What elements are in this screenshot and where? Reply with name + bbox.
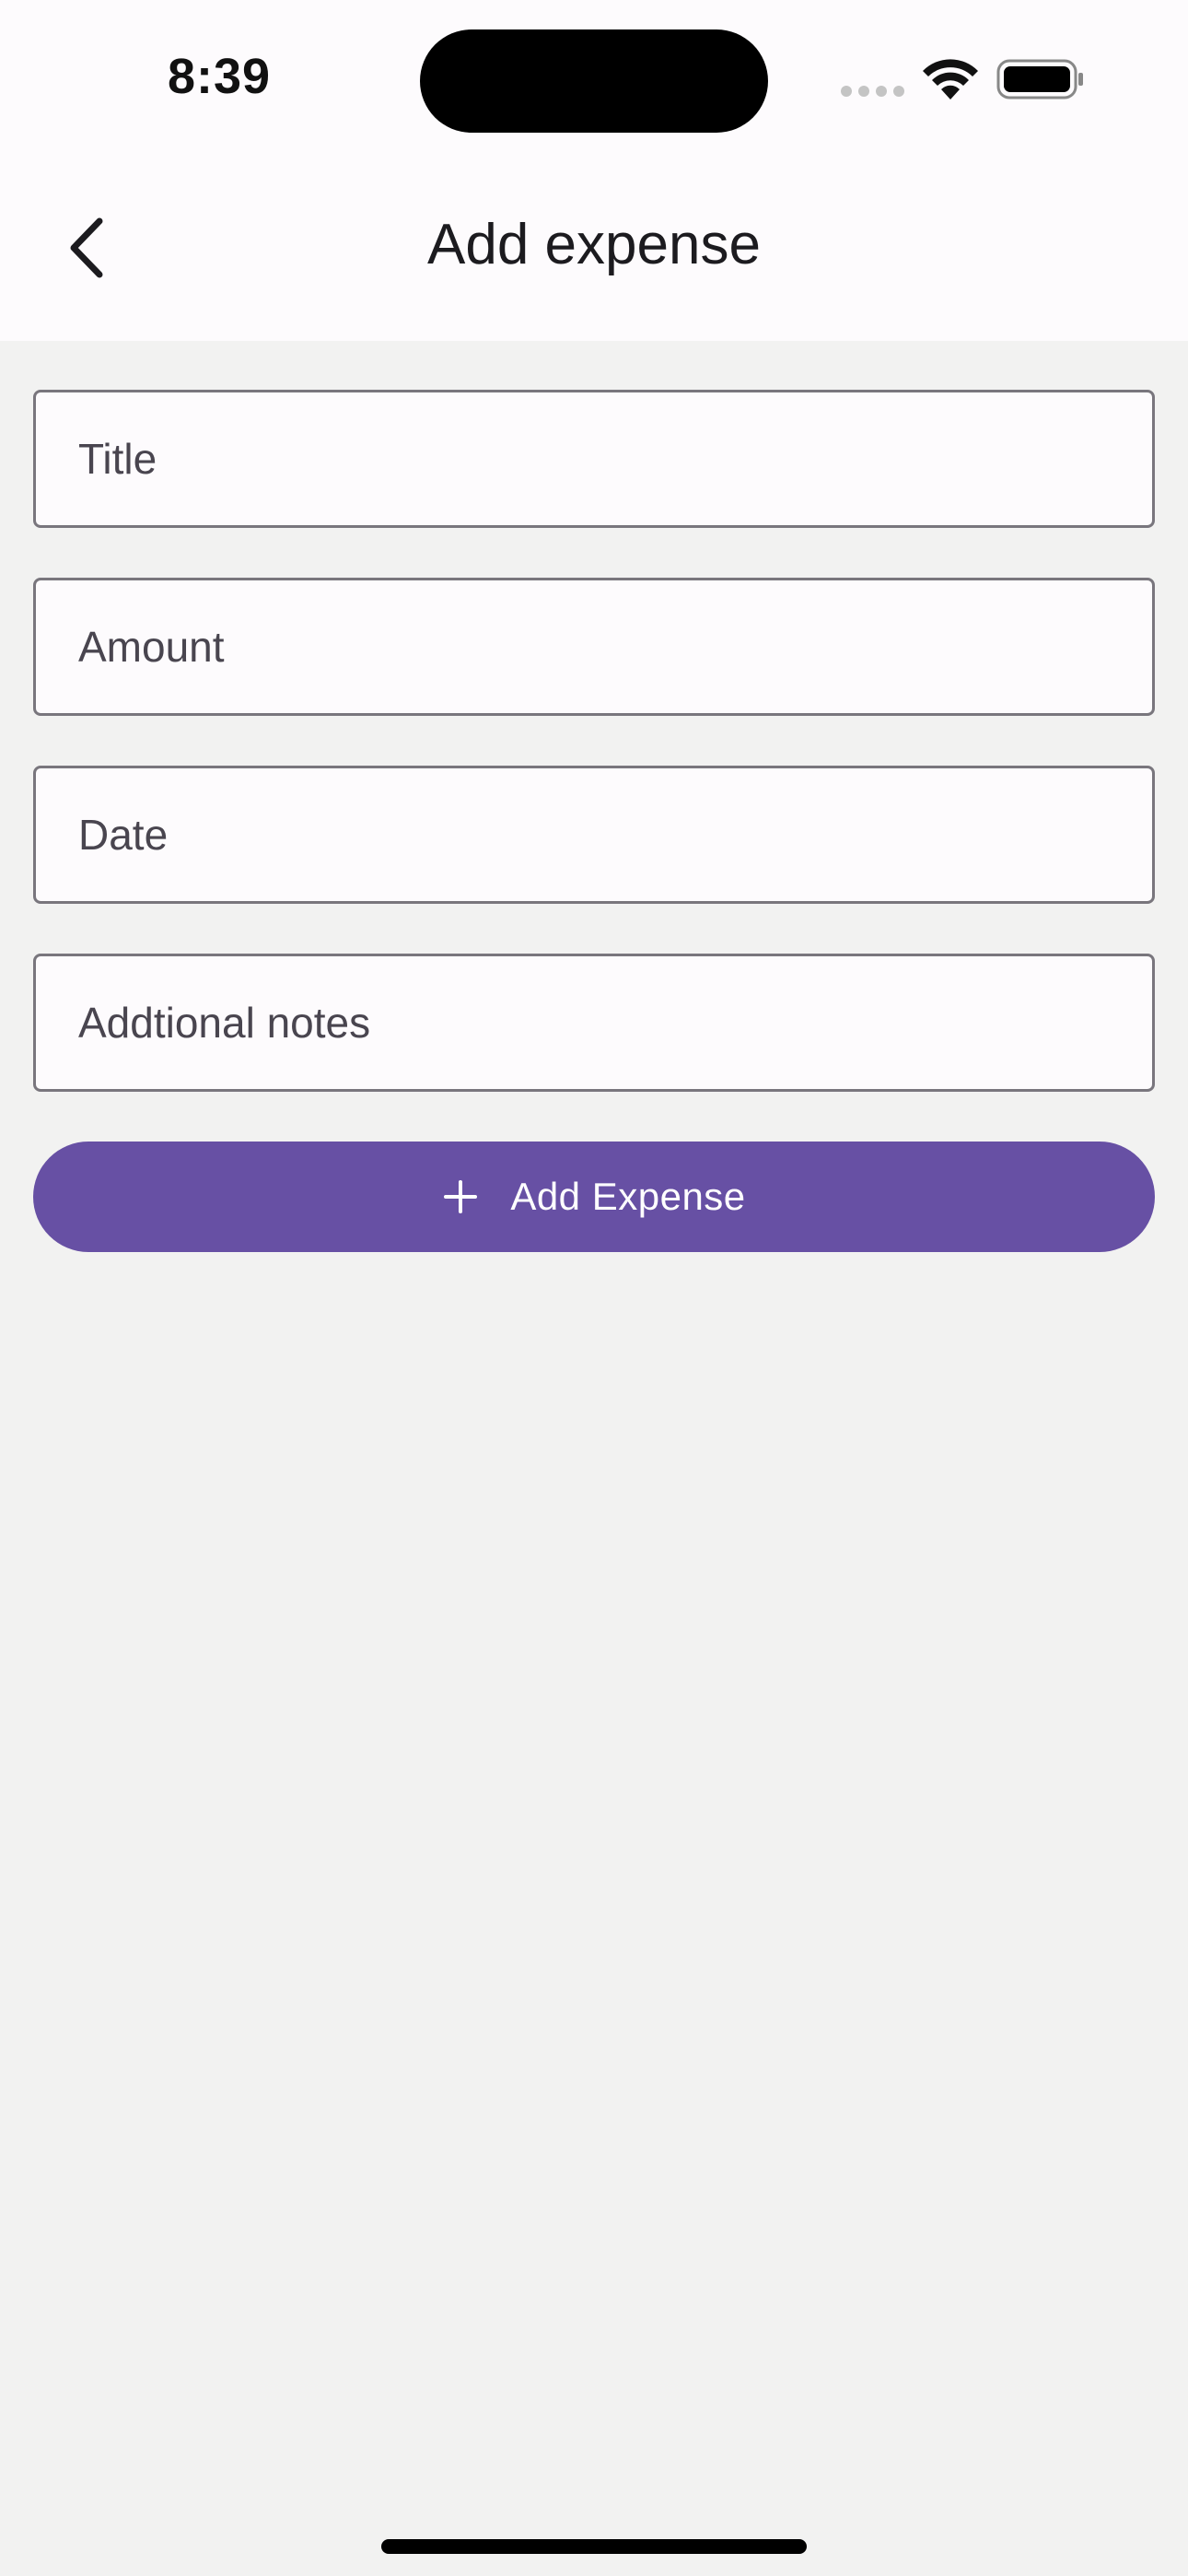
signal-dots-icon xyxy=(841,86,904,97)
page-title: Add expense xyxy=(427,213,761,276)
wifi-icon xyxy=(923,59,978,100)
battery-icon xyxy=(996,59,1083,100)
notes-input[interactable] xyxy=(78,956,1152,1089)
title-field[interactable] xyxy=(33,390,1155,528)
title-input[interactable] xyxy=(78,392,1152,525)
amount-input[interactable] xyxy=(78,580,1152,713)
app-header: Add expense xyxy=(0,166,1188,341)
date-input[interactable] xyxy=(78,768,1152,901)
add-expense-label: Add Expense xyxy=(510,1175,746,1218)
notes-field[interactable] xyxy=(33,954,1155,1092)
status-bar: 8:39 xyxy=(0,0,1188,166)
dynamic-island xyxy=(420,29,768,133)
status-time: 8:39 xyxy=(168,49,272,104)
plus-icon xyxy=(444,1180,478,1213)
amount-field[interactable] xyxy=(33,578,1155,716)
home-indicator xyxy=(381,2539,807,2554)
date-field[interactable] xyxy=(33,766,1155,904)
expense-form: Add Expense xyxy=(33,390,1155,1252)
add-expense-button[interactable]: Add Expense xyxy=(33,1142,1155,1252)
